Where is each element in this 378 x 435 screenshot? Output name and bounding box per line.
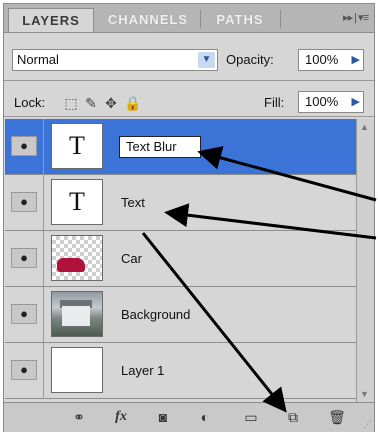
layer-name[interactable]: Text	[121, 175, 145, 231]
new-layer-icon[interactable]: ⧉	[282, 408, 304, 426]
layer-name[interactable]: Layer 1	[121, 343, 164, 399]
divider	[43, 231, 44, 287]
scroll-up-icon[interactable]: ▲	[360, 122, 369, 132]
car-image	[57, 258, 85, 272]
divider	[43, 175, 44, 231]
visibility-eye-icon[interactable]: ●	[11, 360, 37, 380]
opacity-label: Opacity:	[226, 52, 274, 67]
fx-icon[interactable]: fx	[108, 408, 134, 426]
lock-all-icon[interactable]: 🔒	[124, 96, 141, 110]
layer-row-text-blur[interactable]: ● T Text Blur	[5, 119, 356, 175]
text-layer-thumbnail[interactable]: T	[51, 179, 103, 225]
opacity-field[interactable]: 100% ▶	[298, 49, 364, 71]
layer-row-car[interactable]: ● Car	[5, 231, 356, 287]
tab-paths[interactable]: PATHS	[204, 8, 276, 32]
panel-tab-bar: LAYERS CHANNELS PATHS ▸▸ | ▾≡	[4, 4, 374, 33]
fill-label: Fill:	[264, 95, 285, 110]
visibility-eye-icon[interactable]: ●	[11, 192, 37, 212]
fill-field[interactable]: 100% ▶	[298, 91, 364, 113]
chevron-down-icon: ▼	[198, 52, 215, 68]
blank-layer-thumbnail[interactable]	[51, 347, 103, 393]
background-thumbnail[interactable]	[51, 291, 103, 337]
layer-row-text[interactable]: ● T Text	[5, 175, 356, 231]
new-group-icon[interactable]: ▭	[240, 408, 262, 426]
visibility-eye-icon[interactable]: ●	[11, 304, 37, 324]
resize-grip-icon[interactable]: ⋰	[363, 419, 372, 430]
adjustment-layer-icon[interactable]: ◐	[194, 408, 216, 426]
lock-label: Lock:	[14, 95, 46, 110]
layers-scrollbar[interactable]: ▲ ▼	[356, 119, 374, 402]
divider	[4, 80, 374, 81]
divider	[43, 119, 44, 175]
layer-row-layer-1[interactable]: ● Layer 1	[5, 343, 356, 399]
layer-mask-icon[interactable]: ◙	[152, 408, 174, 426]
tab-layers[interactable]: LAYERS	[8, 8, 94, 32]
layers-toolbar: ⚭ fx ◙ ◐ ▭ ⧉ 🗑 ⋰	[4, 402, 374, 432]
link-layers-icon[interactable]: ⚭	[66, 408, 92, 426]
layer-name[interactable]: Background	[121, 287, 190, 343]
opacity-value: 100%	[305, 52, 339, 67]
text-layer-thumbnail[interactable]: T	[51, 123, 103, 169]
scroll-down-icon[interactable]: ▼	[360, 389, 369, 399]
lock-position-icon[interactable]: ✥	[104, 96, 118, 110]
panel-menu-icon[interactable]: ▸▸ | ▾≡	[343, 11, 369, 24]
lock-transparent-icon[interactable]: ⬚	[64, 96, 78, 110]
layer-list: ● T Text Blur ● T Text ● Car ● Backgroun…	[5, 119, 356, 402]
layer-name[interactable]: Car	[121, 231, 142, 287]
blend-mode-select[interactable]: Normal ▼	[12, 49, 218, 71]
layers-panel: LAYERS CHANNELS PATHS ▸▸ | ▾≡ Normal ▼ O…	[3, 3, 375, 432]
blend-mode-value: Normal	[17, 52, 59, 67]
layer-rename-field[interactable]: Text Blur	[119, 136, 201, 158]
tab-separator	[200, 10, 201, 28]
divider	[43, 287, 44, 343]
divider	[4, 116, 374, 117]
delete-icon[interactable]: 🗑	[326, 408, 348, 426]
divider	[43, 343, 44, 399]
visibility-eye-icon[interactable]: ●	[11, 136, 37, 156]
visibility-eye-icon[interactable]: ●	[11, 248, 37, 268]
house-image	[62, 306, 90, 326]
tab-channels[interactable]: CHANNELS	[98, 8, 198, 32]
car-thumbnail[interactable]	[51, 235, 103, 281]
tab-separator	[280, 10, 281, 28]
lock-image-icon[interactable]: ✎	[84, 96, 98, 110]
layer-row-background[interactable]: ● Background	[5, 287, 356, 343]
opacity-slider-arrow-icon[interactable]: ▶	[352, 50, 360, 70]
fx-label: fx	[115, 409, 127, 424]
fill-value: 100%	[305, 94, 339, 109]
fill-slider-arrow-icon[interactable]: ▶	[352, 92, 360, 112]
